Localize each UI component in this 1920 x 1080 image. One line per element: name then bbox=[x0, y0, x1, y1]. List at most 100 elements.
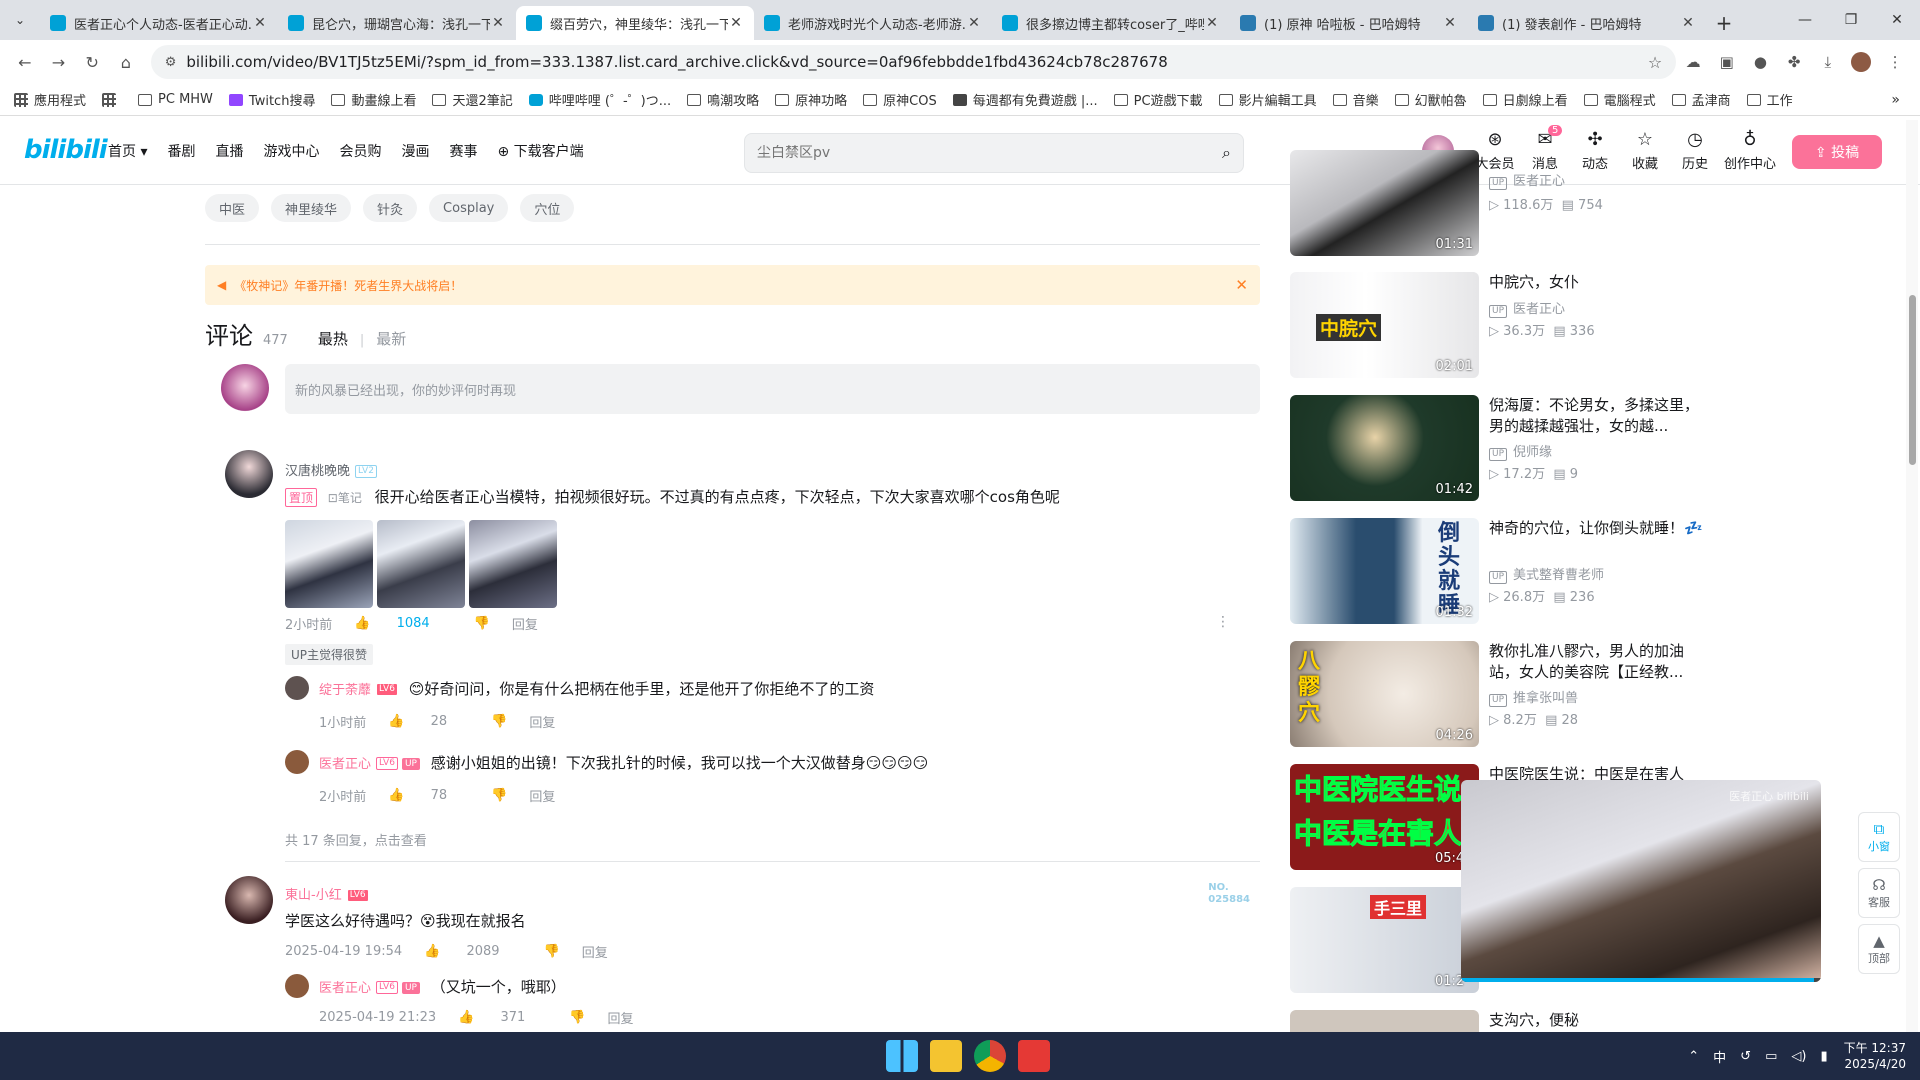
browser-menu-icon[interactable]: ⋮ bbox=[1878, 45, 1912, 79]
bookmark-twitch[interactable]: Twitch搜尋 bbox=[228, 90, 315, 109]
browser-tab-4[interactable]: 很多擦边博主都转coser了_哔哩... ✕ bbox=[992, 6, 1230, 40]
bookmark-folder[interactable]: PC遊戲下載 bbox=[1113, 90, 1203, 109]
video-thumbnail[interactable]: 01:42 bbox=[1290, 395, 1479, 501]
rec-uploader[interactable]: UP 医者正心 bbox=[1489, 170, 1565, 190]
browser-tab-6[interactable]: (1) 發表創作 - 巴哈姆特 ✕ bbox=[1468, 6, 1706, 40]
nav-manga[interactable]: 漫画 bbox=[401, 141, 429, 161]
browser-tab-2-active[interactable]: 缀百劳穴，神里绫华：浅孔一下 ✕ bbox=[516, 6, 754, 40]
browser-tab-1[interactable]: 昆仑穴，珊瑚宫心海：浅孔一下 ✕ bbox=[278, 6, 516, 40]
bookmark-folder[interactable]: 孟津商 bbox=[1671, 90, 1731, 109]
reload-icon[interactable]: ↻ bbox=[75, 45, 109, 79]
search-icon[interactable]: ⌕ bbox=[1222, 143, 1231, 163]
tag-item[interactable]: 神里绫华 bbox=[271, 194, 352, 222]
file-explorer-icon[interactable] bbox=[930, 1040, 962, 1072]
video-thumbnail[interactable]: 中医院医生说 中医是在害人 05:4 bbox=[1290, 764, 1479, 870]
new-tab-button[interactable]: + bbox=[1706, 6, 1742, 40]
scrollbar-thumb[interactable] bbox=[1909, 295, 1916, 465]
reply-avatar[interactable] bbox=[285, 676, 309, 700]
ime-mode-icon[interactable]: ↺ bbox=[1740, 1049, 1751, 1064]
clock[interactable]: 下午 12:37 2025/4/20 bbox=[1844, 1040, 1906, 1072]
header-history[interactable]: ◷ 历史 bbox=[1670, 129, 1720, 172]
bookmark-folder[interactable]: 天還2筆記 bbox=[432, 90, 513, 109]
rec-title[interactable]: 倪海厦：不论男女，多揉这里，男的越揉越强壮，女的越... bbox=[1489, 395, 1709, 437]
rec-uploader[interactable]: UP 推拿张叫兽 bbox=[1489, 687, 1578, 707]
reply-button[interactable]: 回复 bbox=[582, 942, 608, 961]
bookmark-folder[interactable]: 原神COS bbox=[863, 90, 937, 109]
volume-icon[interactable]: ◁) bbox=[1791, 1049, 1806, 1064]
video-thumbnail[interactable]: 倒头就睡 01:32 bbox=[1290, 518, 1479, 624]
view-more-replies[interactable]: 共 17 条回复，点击查看 bbox=[285, 830, 427, 849]
nav-live[interactable]: 直播 bbox=[215, 141, 243, 161]
extension-icon[interactable]: ☁ bbox=[1676, 45, 1710, 79]
dislike-icon[interactable]: 👎 bbox=[491, 714, 507, 729]
rec-video-card[interactable]: 01:31 UP 医者正心 ▷ 118.6万 ▤ 754 bbox=[1290, 150, 1650, 256]
bookmark-star-icon[interactable]: ☆ bbox=[1648, 53, 1662, 72]
bookmark-folder[interactable]: 鳴潮攻略 bbox=[687, 90, 759, 109]
restore-icon[interactable]: ❐ bbox=[1828, 0, 1874, 40]
video-thumbnail[interactable]: 手三里 01:2 bbox=[1290, 887, 1479, 993]
more-options-icon[interactable]: ⋮ bbox=[1216, 614, 1230, 630]
nav-download-client[interactable]: ⊕ 下载客户端 bbox=[497, 141, 583, 161]
bookmark-folder[interactable]: 日劇線上看 bbox=[1482, 90, 1568, 109]
search-input[interactable] bbox=[757, 145, 1223, 161]
ime-indicator[interactable]: 中 bbox=[1713, 1047, 1726, 1066]
bilibili-logo[interactable]: bilibili bbox=[24, 135, 108, 165]
browser-tab-3[interactable]: 老师游戏时光个人动态-老师游... ✕ bbox=[754, 6, 992, 40]
windows-start-icon[interactable] bbox=[886, 1040, 918, 1072]
nav-shop[interactable]: 会员购 bbox=[339, 141, 381, 161]
back-to-top-button[interactable]: ▲ 顶部 bbox=[1858, 924, 1900, 974]
site-info-icon[interactable]: ⚙ bbox=[165, 55, 177, 70]
close-icon[interactable]: ✕ bbox=[966, 15, 982, 31]
minimize-icon[interactable]: — bbox=[1782, 0, 1828, 40]
sort-new[interactable]: 最新 bbox=[376, 328, 406, 349]
reply-button[interactable]: 回复 bbox=[529, 712, 555, 731]
tray-overflow-icon[interactable]: ⌃ bbox=[1688, 1049, 1699, 1064]
nav-home[interactable]: 首页 ▾ bbox=[108, 141, 147, 161]
bookmark-apps[interactable]: 應用程式 bbox=[14, 90, 86, 109]
sort-hot[interactable]: 最热 bbox=[318, 328, 348, 349]
bookmark-folder[interactable]: 工作 bbox=[1746, 90, 1793, 109]
upload-button[interactable]: ⇪ 投稿 bbox=[1792, 135, 1882, 169]
browser-tab-0[interactable]: 医者正心个人动态-医者正心动... ✕ bbox=[40, 6, 278, 40]
mini-window-button[interactable]: ⧉ 小窗 bbox=[1858, 812, 1900, 862]
bookmark-folder[interactable]: 影片編輯工具 bbox=[1218, 90, 1317, 109]
download-icon[interactable]: ⤓ bbox=[1811, 45, 1845, 79]
header-creator-center[interactable]: ♁ 创作中心 bbox=[1720, 129, 1780, 172]
bookmark-folder[interactable]: 音樂 bbox=[1332, 90, 1379, 109]
video-thumbnail[interactable]: 八髎穴 04:26 bbox=[1290, 641, 1479, 747]
chrome-icon[interactable] bbox=[974, 1040, 1006, 1072]
video-thumbnail[interactable]: 01:31 bbox=[1290, 150, 1479, 256]
tab-search-icon[interactable]: ⌄ bbox=[0, 0, 40, 40]
rec-video-card[interactable]: 支沟穴，便秘 bbox=[1290, 1010, 1650, 1032]
close-icon[interactable]: ✕ bbox=[490, 15, 506, 31]
rec-uploader[interactable]: UP 倪师缘 bbox=[1489, 441, 1552, 461]
forward-icon[interactable]: → bbox=[42, 45, 76, 79]
profile-avatar[interactable] bbox=[1845, 45, 1879, 79]
rec-video-card[interactable]: 倒头就睡 01:32 神奇的穴位，让你倒头就睡！💤 UP 美式整脊曹老师 ▷ 26… bbox=[1290, 518, 1703, 626]
rec-title[interactable]: 支沟穴，便秘 bbox=[1489, 1010, 1650, 1031]
close-icon[interactable]: ✕ bbox=[1442, 15, 1458, 31]
bookmark-folder[interactable]: 幻獸帕魯 bbox=[1394, 90, 1467, 109]
reply-button[interactable]: 回复 bbox=[529, 786, 555, 805]
wps-icon[interactable] bbox=[1018, 1040, 1050, 1072]
close-icon[interactable]: ✕ bbox=[728, 15, 744, 31]
commenter-name[interactable]: 汉唐桃晚晚 LV2 bbox=[285, 460, 377, 479]
commenter-avatar[interactable] bbox=[225, 450, 273, 498]
dislike-icon[interactable]: 👎 bbox=[474, 616, 490, 631]
rec-uploader[interactable]: UP 医者正心 bbox=[1489, 298, 1565, 318]
comment-image[interactable] bbox=[469, 520, 557, 608]
close-icon[interactable]: ✕ bbox=[1235, 276, 1248, 294]
reply-button[interactable]: 回复 bbox=[608, 1008, 634, 1027]
rec-video-card[interactable]: 八髎穴 04:26 教你扎准八髎穴，男人的加油站，女人的美容院【正经教... U… bbox=[1290, 641, 1684, 749]
bookmark-folder[interactable]: 原神功略 bbox=[775, 90, 847, 109]
reply-username[interactable]: 医者正心 bbox=[319, 757, 371, 772]
extensions-puzzle-icon[interactable]: ✤ bbox=[1777, 45, 1811, 79]
like-button[interactable]: 👍 28 bbox=[388, 714, 469, 729]
video-thumbnail[interactable]: 中脘穴 02:01 bbox=[1290, 272, 1479, 378]
dislike-icon[interactable]: 👎 bbox=[491, 788, 507, 803]
comment-input[interactable]: 新的风暴已经出现，你的妙评何时再现 bbox=[285, 364, 1260, 414]
customer-service-button[interactable]: ☊ 客服 bbox=[1858, 868, 1900, 918]
like-button[interactable]: 👍 371 bbox=[458, 1010, 547, 1025]
bookmark-folder[interactable]: 動畫線上看 bbox=[331, 90, 416, 109]
browser-tab-5[interactable]: (1) 原神 哈啦板 - 巴哈姆特 ✕ bbox=[1230, 6, 1468, 40]
